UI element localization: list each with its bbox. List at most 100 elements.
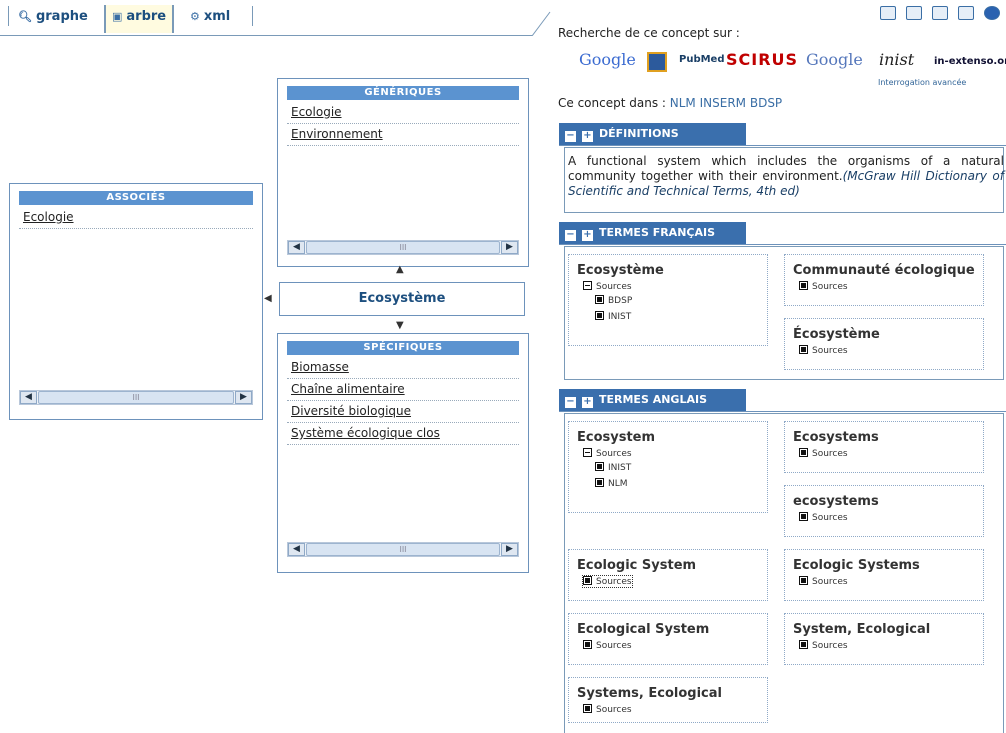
tab-bar-rule: [0, 35, 532, 36]
term-card: Communauté écologique Sources: [784, 254, 984, 306]
source-item[interactable]: NLM: [595, 478, 628, 489]
magnifier-icon: 🔍︎: [18, 10, 32, 23]
collapse-icon[interactable]: −: [565, 131, 576, 142]
sources-toggle[interactable]: Sources: [583, 704, 632, 715]
expand-icon[interactable]: [583, 704, 592, 713]
term-name: Ecological System: [577, 622, 710, 637]
expand-icon[interactable]: [799, 576, 808, 585]
scroll-right-icon[interactable]: ▶: [235, 391, 252, 404]
term-name: ecosystems: [793, 494, 879, 509]
expand-icon[interactable]: [799, 281, 808, 290]
generiques-header: GÉNÉRIQUES: [287, 86, 519, 100]
expand-icon[interactable]: [799, 512, 808, 521]
source-name: NLM: [608, 479, 628, 489]
sources-toggle[interactable]: Sources: [799, 448, 848, 459]
term-card: Écosystème Sources: [784, 318, 984, 370]
source-item[interactable]: INIST: [595, 462, 631, 473]
tab-bar: 🔍︎ graphe ▣ arbre ⚙ xml: [0, 0, 550, 36]
specifiques-scrollbar[interactable]: ◀ III ▶: [287, 542, 519, 557]
list-item[interactable]: Environnement: [287, 124, 519, 146]
scroll-right-icon[interactable]: ▶: [501, 543, 518, 556]
list-item[interactable]: Diversité biologique: [287, 401, 519, 423]
mail-icon[interactable]: [932, 6, 948, 20]
definitions-header[interactable]: − + DÉFINITIONS: [559, 123, 746, 145]
source-item[interactable]: BDSP: [595, 295, 632, 306]
expand-icon[interactable]: [799, 448, 808, 457]
tab-arbre[interactable]: ▣ arbre: [104, 5, 175, 33]
sources-label: Sources: [812, 346, 848, 356]
expand-icon[interactable]: [799, 640, 808, 649]
scroll-left-icon[interactable]: ◀: [20, 391, 37, 404]
list-item[interactable]: Ecologie: [287, 102, 519, 124]
engine-pubmed[interactable]: PubMed: [679, 54, 725, 80]
arrow-up-icon[interactable]: ▲: [396, 264, 404, 275]
sources-toggle[interactable]: Sources: [799, 640, 848, 651]
scroll-thumb[interactable]: III: [38, 391, 234, 404]
scroll-thumb[interactable]: III: [306, 241, 500, 254]
collapse-icon[interactable]: [583, 281, 592, 290]
sources-toggle[interactable]: Sources: [799, 345, 848, 356]
tab-xml[interactable]: ⚙ xml: [184, 5, 236, 33]
list-item[interactable]: Biomasse: [287, 357, 519, 379]
expand-icon[interactable]: [583, 576, 592, 585]
source-name: INIST: [608, 463, 632, 473]
associes-box: ASSOCIÉS Ecologie ◀ III ▶: [9, 183, 263, 420]
engine-inist[interactable]: inist: [879, 50, 914, 76]
associes-scrollbar[interactable]: ◀ III ▶: [19, 390, 253, 405]
list-item[interactable]: Ecologie: [19, 207, 253, 229]
concept-in-line: Ce concept dans : NLM INSERM BDSP: [558, 96, 782, 110]
generiques-scrollbar[interactable]: ◀ III ▶: [287, 240, 519, 255]
term-card: Ecosystems Sources: [784, 421, 984, 473]
termes-francais-title: TERMES FRANÇAIS: [599, 226, 716, 239]
list-item[interactable]: Système écologique clos: [287, 423, 519, 445]
advanced-search-link[interactable]: Interrogation avancée: [878, 78, 966, 87]
list-item[interactable]: Chaîne alimentaire: [287, 379, 519, 401]
link-bdsp[interactable]: BDSP: [750, 96, 782, 110]
expand-icon[interactable]: [799, 345, 808, 354]
link-nlm[interactable]: NLM: [670, 96, 696, 110]
tab-xml-label: xml: [203, 9, 231, 24]
sources-toggle[interactable]: Sources: [799, 281, 848, 292]
specifiques-header: SPÉCIFIQUES: [287, 341, 519, 355]
expand-all-icon[interactable]: +: [582, 131, 593, 142]
search-engines: Google PubMed SCIRUS Google inist in-ext…: [579, 50, 1006, 80]
term-card: Ecosystem Sources INIST NLM: [568, 421, 768, 513]
scroll-left-icon[interactable]: ◀: [288, 543, 305, 556]
sources-toggle[interactable]: Sources: [582, 575, 633, 588]
sources-label: Sources: [812, 449, 848, 459]
center-concept: Ecosystème: [279, 282, 525, 316]
sources-toggle[interactable]: Sources: [799, 512, 848, 523]
save-icon[interactable]: [906, 6, 922, 20]
engine-google-scholar[interactable]: Google: [806, 50, 863, 76]
term-card: Ecological System Sources: [568, 613, 768, 665]
arrow-left-icon[interactable]: ◀: [264, 293, 272, 304]
scroll-right-icon[interactable]: ▶: [501, 241, 518, 254]
scroll-thumb[interactable]: III: [306, 543, 500, 556]
engine-scirus[interactable]: SCIRUS: [726, 50, 798, 76]
export-icon[interactable]: [958, 6, 974, 20]
sources-toggle[interactable]: Sources: [799, 576, 848, 587]
engine-google[interactable]: Google: [579, 50, 636, 76]
term-card: Ecologic Systems Sources: [784, 549, 984, 601]
collapse-icon[interactable]: −: [565, 397, 576, 408]
term-name: Ecologic System: [577, 558, 697, 573]
mosaic-icon[interactable]: [647, 52, 667, 72]
tab-divider: [8, 6, 9, 26]
sources-toggle[interactable]: Sources: [583, 448, 632, 459]
expand-icon[interactable]: [583, 640, 592, 649]
tab-graphe[interactable]: 🔍︎ graphe: [12, 5, 94, 33]
help-icon[interactable]: [984, 6, 1000, 20]
sources-toggle[interactable]: Sources: [583, 281, 632, 292]
source-item[interactable]: INIST: [595, 311, 631, 322]
arrow-down-icon[interactable]: ▼: [396, 320, 404, 331]
sources-toggle[interactable]: Sources: [583, 640, 632, 651]
print-icon[interactable]: [880, 6, 896, 20]
expand-all-icon[interactable]: +: [582, 230, 593, 241]
termes-francais-header[interactable]: − + TERMES FRANÇAIS: [559, 222, 746, 244]
link-inserm[interactable]: INSERM: [700, 96, 746, 110]
collapse-icon[interactable]: −: [565, 230, 576, 241]
collapse-icon[interactable]: [583, 448, 592, 457]
termes-anglais-header[interactable]: − + TERMES ANGLAIS: [559, 389, 746, 411]
scroll-left-icon[interactable]: ◀: [288, 241, 305, 254]
expand-all-icon[interactable]: +: [582, 397, 593, 408]
